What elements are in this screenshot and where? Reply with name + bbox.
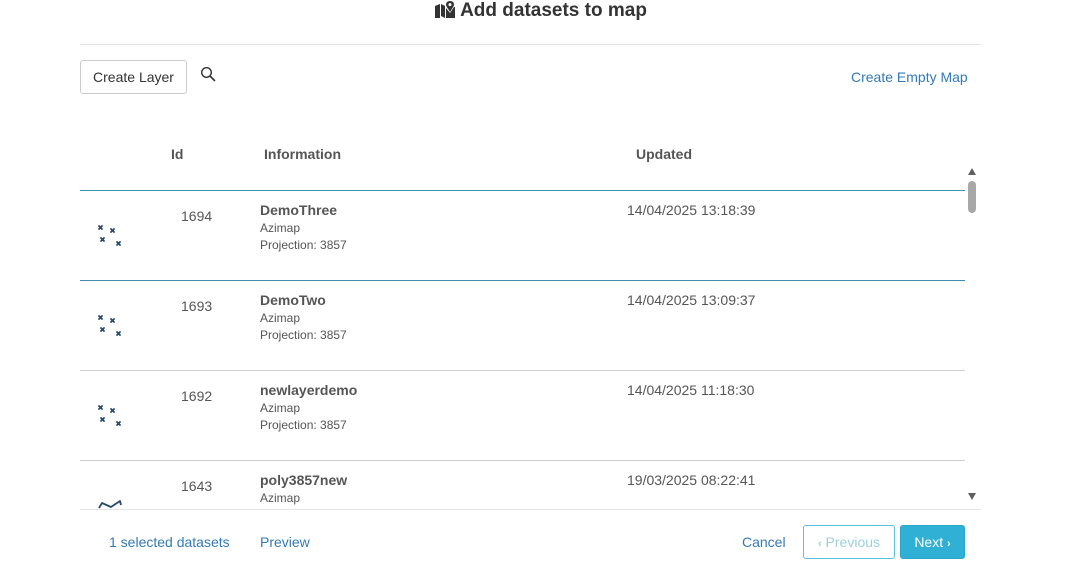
table-row[interactable]: 1692 newlayerdemo Azimap Projection: 385… xyxy=(80,371,965,461)
dataset-name: DemoTwo xyxy=(260,292,326,308)
map-marker-icon xyxy=(435,1,456,18)
point-layer-icon xyxy=(98,315,121,336)
create-empty-map-link[interactable]: Create Empty Map xyxy=(851,69,968,85)
table-row[interactable]: 1643 poly3857new Azimap 19/03/2025 08:22… xyxy=(80,461,965,509)
column-header-updated[interactable]: Updated xyxy=(636,146,692,162)
create-layer-button[interactable]: Create Layer xyxy=(80,60,187,94)
dataset-updated: 14/04/2025 11:18:30 xyxy=(627,382,755,398)
table-scrollbar[interactable] xyxy=(966,168,979,502)
dataset-source: Azimap xyxy=(260,221,301,235)
dataset-id: 1694 xyxy=(181,208,213,224)
dialog-title: Add datasets to map xyxy=(0,0,1081,22)
scroll-up-arrow-icon[interactable] xyxy=(968,168,976,175)
dataset-projection: Projection: 3857 xyxy=(260,418,347,432)
dataset-name: DemoThree xyxy=(260,202,338,218)
dataset-updated: 14/04/2025 13:18:39 xyxy=(627,202,756,218)
dataset-id: 1693 xyxy=(181,298,213,314)
dataset-projection: Projection: 3857 xyxy=(260,328,347,342)
dataset-name: poly3857new xyxy=(260,472,348,488)
previous-label: Previous xyxy=(825,534,881,550)
dataset-projection: Projection: 3857 xyxy=(260,238,347,252)
header-divider xyxy=(80,44,981,45)
search-icon[interactable] xyxy=(200,66,216,82)
table-row[interactable]: 1694 DemoThree Azimap Projection: 3857 1… xyxy=(80,191,965,281)
footer-divider xyxy=(80,509,981,510)
cancel-link[interactable]: Cancel xyxy=(742,534,786,550)
scroll-down-arrow-icon[interactable] xyxy=(968,493,976,500)
dialog-title-text: Add datasets to map xyxy=(460,0,647,21)
selected-datasets-link[interactable]: 1 selected datasets xyxy=(109,534,230,550)
polygon-layer-icon xyxy=(98,500,122,509)
dataset-source: Azimap xyxy=(260,491,301,505)
dataset-updated: 14/04/2025 13:09:37 xyxy=(627,292,756,308)
point-layer-icon xyxy=(98,225,121,246)
next-button[interactable]: Next › xyxy=(900,525,965,559)
table-row[interactable]: 1693 DemoTwo Azimap Projection: 3857 14/… xyxy=(80,281,965,371)
point-layer-icon xyxy=(98,405,121,426)
dataset-source: Azimap xyxy=(260,401,301,415)
column-header-id[interactable]: Id xyxy=(171,146,183,162)
column-header-information[interactable]: Information xyxy=(264,146,341,162)
scrollbar-thumb[interactable] xyxy=(968,181,976,213)
chevron-right-icon: › xyxy=(947,538,951,550)
dataset-updated: 19/03/2025 08:22:41 xyxy=(627,472,756,488)
previous-button[interactable]: ‹ Previous xyxy=(803,525,895,559)
dataset-name: newlayerdemo xyxy=(260,382,358,398)
next-label: Next xyxy=(914,534,944,550)
dataset-id: 1692 xyxy=(181,388,213,404)
dataset-source: Azimap xyxy=(260,311,301,325)
dataset-id: 1643 xyxy=(181,478,213,494)
preview-link[interactable]: Preview xyxy=(260,534,310,550)
datasets-table: 1694 DemoThree Azimap Projection: 3857 1… xyxy=(80,168,965,509)
chevron-left-icon: ‹ xyxy=(817,538,822,550)
